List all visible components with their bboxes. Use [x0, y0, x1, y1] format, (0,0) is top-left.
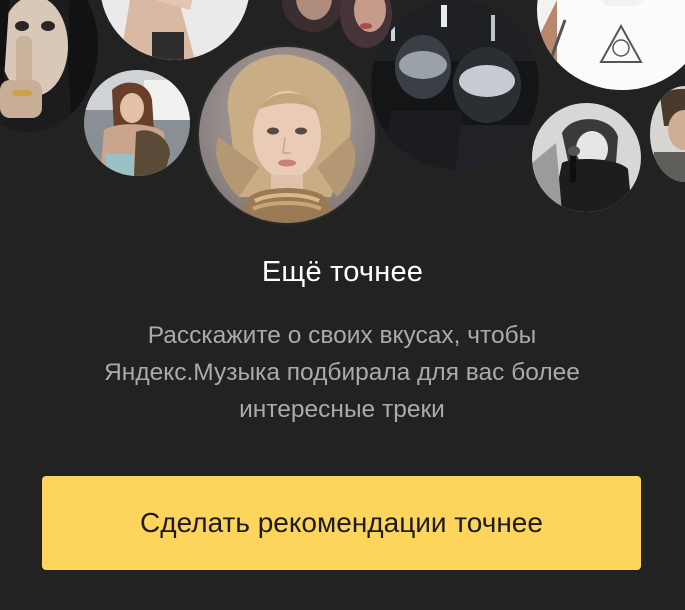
- artist-bubble-edge-right[interactable]: [650, 86, 685, 182]
- improve-recommendations-button[interactable]: Сделать рекомендации точнее: [42, 476, 641, 570]
- artist-bubble-small-top[interactable]: [282, 0, 344, 32]
- artist-bubble-woman-with-cat[interactable]: [84, 70, 190, 176]
- artist-bubble-light-portrait[interactable]: [100, 0, 250, 60]
- artist-photo: [0, 0, 98, 132]
- promo-description-line: Яндекс.Музыка подбирала для вас более: [104, 359, 580, 386]
- promo-screen: Ещё точнее Расскажите о своих вкусах, чт…: [0, 0, 685, 610]
- artist-bubble-white-shirt[interactable]: [537, 0, 685, 90]
- artist-bubble-dark-portrait[interactable]: [0, 0, 98, 132]
- promo-description: Расскажите о своих вкусах, чтобы Яндекс.…: [52, 317, 632, 428]
- artist-photo: [100, 0, 250, 60]
- artist-photo: [84, 70, 190, 176]
- promo-title: Ещё точнее: [261, 256, 424, 288]
- promo-description-line: Расскажите о своих вкусах, чтобы: [147, 322, 537, 349]
- artist-bubble-featured[interactable]: [199, 47, 375, 223]
- artist-bubbles: [0, 0, 685, 230]
- artist-photo: [650, 86, 685, 182]
- artist-photo: [282, 0, 344, 32]
- artist-bubble-singer-bw[interactable]: [532, 103, 641, 212]
- artist-photo: [537, 0, 685, 90]
- artist-photo: [371, 1, 539, 169]
- promo-description-line: интересные треки: [239, 396, 445, 423]
- artist-photo: [532, 103, 641, 212]
- artist-bubble-helmets[interactable]: [371, 1, 539, 169]
- artist-photo: [199, 47, 375, 223]
